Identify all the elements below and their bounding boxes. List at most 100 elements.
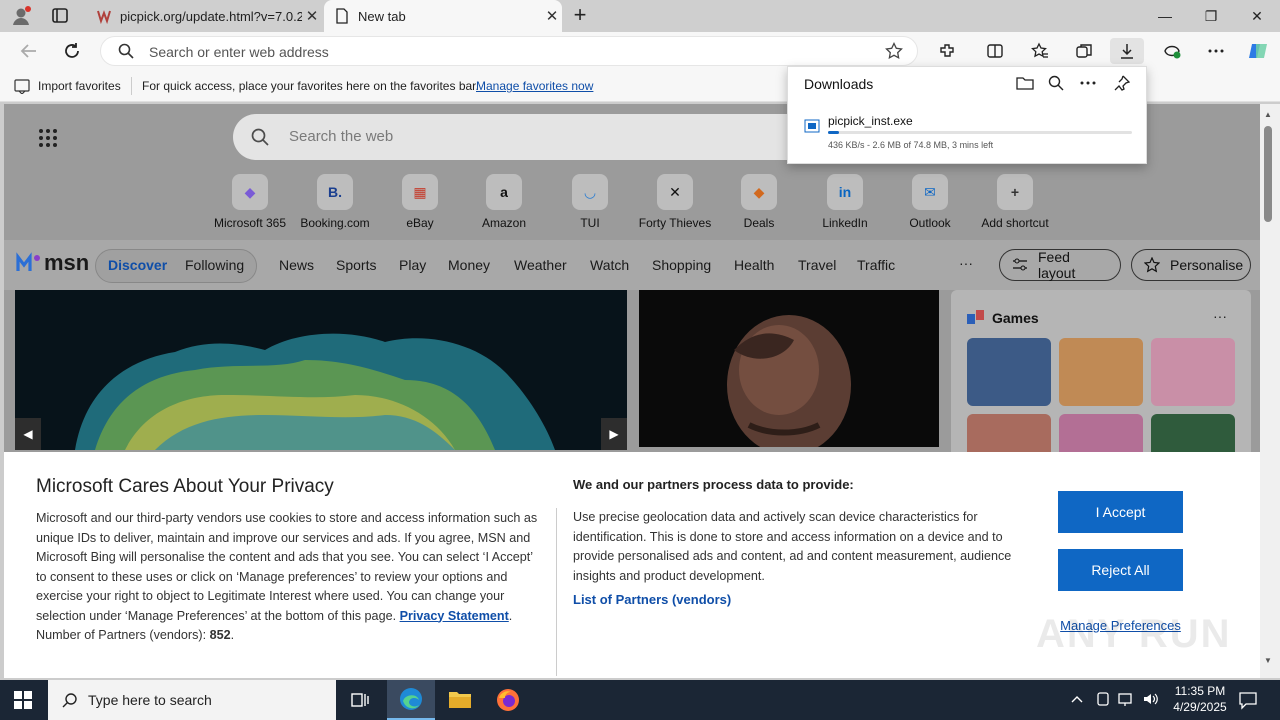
copilot-icon[interactable] (1242, 38, 1274, 64)
downloads-panel: Downloads picpick_inst.exe 436 KB/s - 2.… (787, 66, 1147, 164)
game-tile[interactable] (1151, 338, 1235, 406)
quick-link-tui[interactable]: ◡ TUI (550, 174, 630, 230)
close-tab-icon[interactable]: ✕ (542, 7, 562, 25)
quick-link-microsoft-365[interactable]: ◆ Microsoft 365 (210, 174, 290, 230)
nav-health[interactable]: Health (734, 257, 774, 273)
edge-taskbar-icon[interactable] (387, 680, 435, 720)
restore-button[interactable]: ❐ (1188, 0, 1234, 32)
windows-start-icon[interactable] (14, 691, 32, 709)
data-processing-body: Use precise geolocation data and activel… (573, 510, 1012, 583)
nav-news[interactable]: News (279, 257, 314, 273)
quick-link-forty-thieves[interactable]: ✕ Forty Thieves (635, 174, 715, 230)
import-favorites-icon (14, 78, 30, 94)
anyrun-watermark: ANY RUN (1036, 612, 1232, 656)
quick-link-icon: a (486, 174, 522, 210)
quick-link-add-shortcut[interactable]: + Add shortcut (975, 174, 1055, 230)
profile-icon[interactable] (10, 5, 32, 27)
scroll-down-icon[interactable]: ▼ (1264, 656, 1272, 665)
open-folder-icon[interactable] (1016, 75, 1034, 91)
data-processing-title: We and our partners process data to prov… (573, 477, 854, 492)
favorites-icon[interactable] (1024, 38, 1056, 64)
download-status: 436 KB/s - 2.6 MB of 74.8 MB, 3 mins lef… (828, 140, 994, 150)
browser-essentials-icon[interactable] (1156, 38, 1188, 64)
personalise-button[interactable]: Personalise (1131, 249, 1251, 281)
nav-play[interactable]: Play (399, 257, 426, 273)
nav-traffic[interactable]: Traffic (857, 257, 895, 273)
nav-money[interactable]: Money (448, 257, 490, 273)
system-clock[interactable]: 11:35 PM 4/29/2025 (1161, 683, 1239, 715)
quick-link-label: TUI (580, 216, 600, 230)
collections-icon[interactable] (1068, 38, 1100, 64)
accept-button[interactable]: I Accept (1058, 491, 1183, 533)
download-filename[interactable]: picpick_inst.exe (828, 114, 913, 128)
volume-icon[interactable] (1142, 691, 1160, 707)
quick-link-label: Amazon (481, 216, 527, 230)
nav-watch[interactable]: Watch (590, 257, 629, 273)
minimize-button[interactable]: — (1142, 0, 1188, 32)
vertical-scrollbar[interactable]: ▲ ▼ (1260, 104, 1280, 678)
close-tab-icon[interactable]: ✕ (302, 7, 322, 25)
list-of-partners-link[interactable]: List of Partners (vendors) (573, 592, 731, 607)
import-favorites-button[interactable]: Import favorites (38, 79, 121, 93)
game-tile[interactable] (1059, 338, 1143, 406)
personalise-label: Personalise (1170, 257, 1244, 273)
nav-weather[interactable]: Weather (514, 257, 567, 273)
address-bar[interactable]: Search or enter web address (100, 36, 918, 66)
nav-shopping[interactable]: Shopping (652, 257, 711, 273)
downloads-icon[interactable] (1110, 38, 1144, 64)
favorite-star-icon[interactable] (885, 42, 903, 60)
nav-sports[interactable]: Sports (336, 257, 376, 273)
notifications-icon[interactable] (1238, 690, 1258, 710)
split-screen-icon[interactable] (979, 38, 1011, 64)
tab-actions-icon[interactable] (50, 7, 70, 25)
tab-discover[interactable]: Discover (108, 257, 167, 273)
more-options-icon[interactable] (1200, 38, 1232, 64)
scrollbar-thumb[interactable] (1264, 126, 1272, 222)
quick-link-outlook[interactable]: ✉ Outlook (890, 174, 970, 230)
partners-count-label: Number of Partners (vendors): (36, 628, 207, 642)
nav-travel[interactable]: Travel (798, 257, 836, 273)
carousel-next-button[interactable]: ▶ (601, 418, 627, 450)
reject-all-button[interactable]: Reject All (1058, 549, 1183, 591)
hero-image-pregnancy[interactable] (639, 290, 939, 447)
more-options-icon[interactable] (1080, 81, 1096, 85)
game-tile[interactable] (967, 338, 1051, 406)
games-more-icon[interactable]: ··· (1213, 308, 1227, 324)
taskbar-search-placeholder: Type here to search (88, 692, 212, 708)
quick-link-icon: ✕ (657, 174, 693, 210)
quick-link-linkedin[interactable]: in LinkedIn (805, 174, 885, 230)
close-window-button[interactable]: ✕ (1234, 0, 1280, 32)
carousel-prev-button[interactable]: ◀ (15, 418, 41, 450)
quick-link-amazon[interactable]: a Amazon (464, 174, 544, 230)
scroll-up-icon[interactable]: ▲ (1264, 110, 1272, 119)
extensions-icon[interactable] (931, 38, 963, 64)
app-launcher-icon[interactable] (38, 128, 58, 148)
manage-favorites-link[interactable]: Manage favorites now (476, 79, 593, 93)
quick-link-booking-com[interactable]: B. Booking.com (295, 174, 375, 230)
tab-following[interactable]: Following (185, 257, 244, 273)
device-icon[interactable] (1095, 691, 1111, 707)
search-downloads-icon[interactable] (1048, 75, 1064, 91)
hero-image-brain-scan[interactable]: ◀ ▶ (15, 290, 627, 450)
taskbar-search[interactable]: Type here to search (48, 680, 336, 720)
quick-link-ebay[interactable]: ▦ eBay (380, 174, 460, 230)
file-explorer-icon[interactable] (448, 689, 472, 709)
tab-picpick[interactable]: picpick.org/update.html?v=7.0.2 ✕ (86, 0, 322, 32)
feed-layout-button[interactable]: Feed layout (999, 249, 1121, 281)
back-icon[interactable] (18, 40, 40, 62)
new-tab-button[interactable]: + (568, 3, 592, 29)
web-search-box[interactable]: Search the web (233, 114, 873, 160)
tab-new-tab[interactable]: New tab ✕ (324, 0, 562, 32)
tray-chevron-icon[interactable] (1070, 692, 1084, 706)
nav-more-icon[interactable]: ··· (959, 255, 973, 271)
search-icon (118, 43, 134, 59)
quick-link-deals[interactable]: ◆ Deals (719, 174, 799, 230)
task-view-icon[interactable] (350, 690, 370, 710)
firefox-icon[interactable] (496, 688, 520, 712)
msn-logo[interactable]: msn (16, 250, 89, 276)
network-icon[interactable] (1118, 691, 1136, 707)
privacy-statement-link[interactable]: Privacy Statement (400, 609, 509, 623)
refresh-icon[interactable] (61, 40, 83, 62)
pin-icon[interactable] (1114, 75, 1130, 91)
clock-date: 4/29/2025 (1173, 700, 1227, 714)
